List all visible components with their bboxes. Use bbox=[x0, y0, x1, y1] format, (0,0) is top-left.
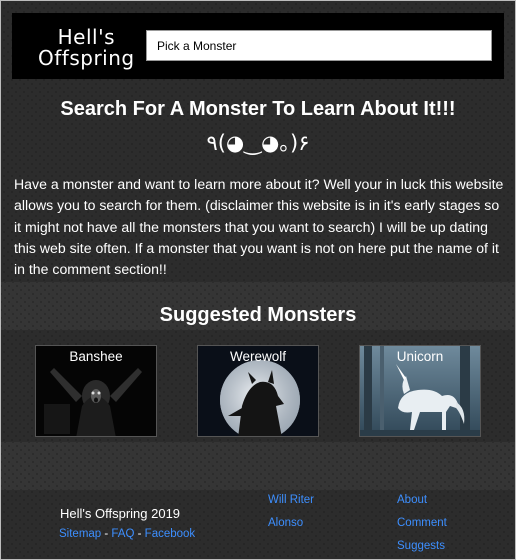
site-header: Hell's Offspring bbox=[12, 13, 504, 79]
footer-link-about[interactable]: About bbox=[397, 494, 427, 506]
site-logo[interactable]: Hell's Offspring bbox=[38, 27, 135, 69]
suggested-heading: Suggested Monsters bbox=[159, 304, 357, 326]
footer-site-name: Hell's Offspring 2019 bbox=[60, 506, 181, 521]
footer-link-suggests[interactable]: Suggests bbox=[397, 540, 445, 552]
facebook-link[interactable]: Facebook bbox=[145, 528, 196, 540]
footer-separator: - bbox=[101, 528, 112, 540]
card-label: Banshee bbox=[69, 349, 123, 364]
faq-link[interactable]: FAQ bbox=[111, 528, 134, 540]
page-title: Search For A Monster To Learn About It!!… bbox=[60, 98, 456, 120]
monster-search-input[interactable] bbox=[146, 30, 492, 61]
footer-link-row: Sitemap - FAQ - Facebook bbox=[59, 528, 195, 540]
footer-link-comment[interactable]: Comment bbox=[397, 517, 447, 529]
kaomoji-text: ٩(◕‿◕｡)۶ bbox=[206, 131, 310, 155]
footer-link-will-riter[interactable]: Will Riter bbox=[268, 494, 314, 506]
monster-card-banshee[interactable]: Banshee bbox=[35, 345, 157, 437]
logo-line-2: Offspring bbox=[38, 46, 135, 70]
logo-line-1: Hell's bbox=[57, 25, 115, 49]
sitemap-link[interactable]: Sitemap bbox=[59, 528, 101, 540]
monster-card-werewolf[interactable]: Werewolf bbox=[197, 345, 319, 437]
section-band-bottom bbox=[1, 442, 515, 490]
card-label: Unicorn bbox=[396, 349, 444, 364]
intro-paragraph: Have a monster and want to learn more ab… bbox=[14, 176, 504, 278]
footer-separator: - bbox=[134, 528, 145, 540]
card-label: Werewolf bbox=[229, 349, 287, 364]
monster-card-unicorn[interactable]: Unicorn bbox=[359, 345, 481, 437]
footer-link-alonso[interactable]: Alonso bbox=[268, 517, 303, 529]
